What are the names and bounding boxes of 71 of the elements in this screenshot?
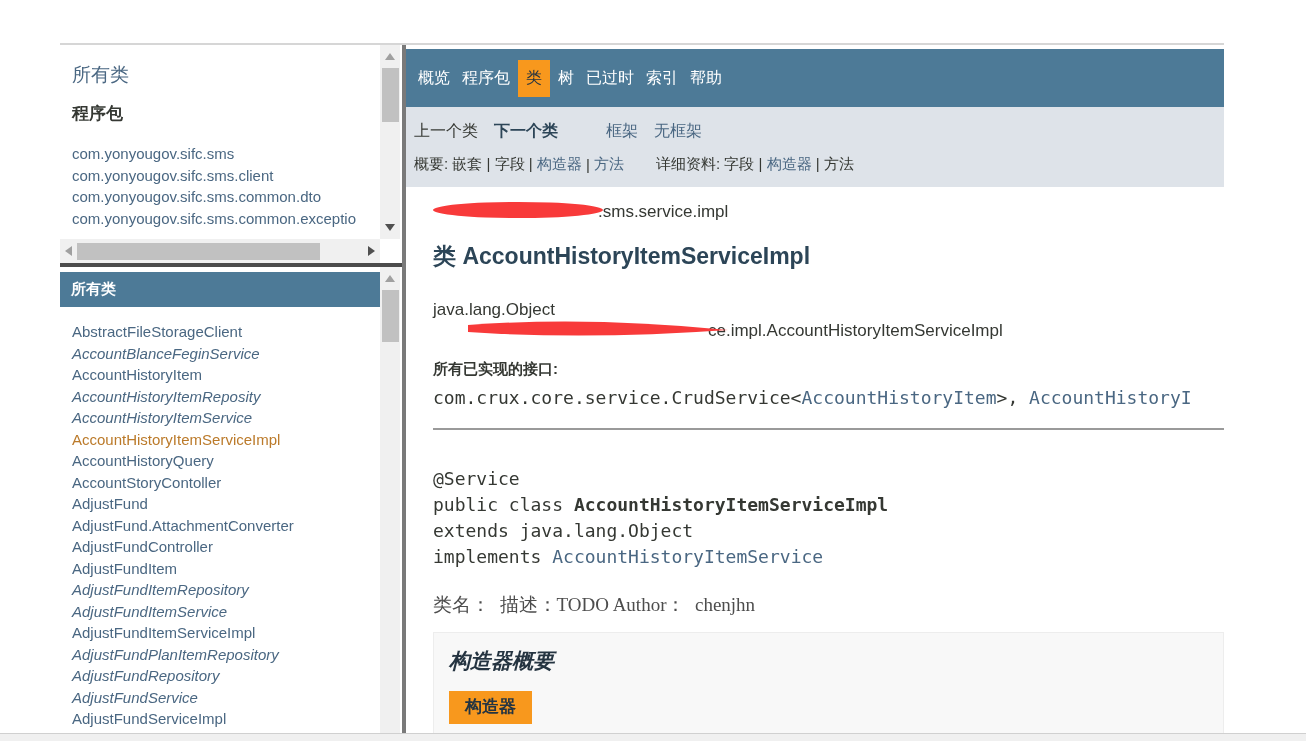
code-text: public class [433, 494, 565, 515]
class-link[interactable]: AdjustFundRepository [72, 665, 220, 687]
sub-nav-link[interactable]: 无框架 [654, 121, 702, 142]
label: | [584, 156, 591, 173]
frame-title: 所有类 [72, 63, 129, 87]
code-text: extends java.lang.Object [433, 520, 694, 541]
class-link[interactable]: AdjustFundServiceImpl [72, 708, 227, 730]
code-text: implements [433, 546, 543, 567]
interface-link[interactable]: AccountHistoryItem [801, 387, 997, 408]
class-name: ce.impl.AccountHistoryItemServiceImpl [708, 321, 1003, 341]
label: 概要: 嵌套 | 字段 | [414, 155, 534, 174]
class-link[interactable]: AdjustFundItemRepository [72, 579, 249, 601]
class-link[interactable]: AdjustFundController [72, 536, 213, 558]
nav-tab[interactable]: 帮助 [686, 59, 726, 97]
scroll-up-icon[interactable] [385, 275, 395, 282]
interfaces-label: 所有已实现的接口: [433, 360, 558, 379]
class-link[interactable]: AdjustFundItemService [72, 600, 228, 622]
link[interactable]: 方法 [594, 155, 625, 174]
class-link[interactable]: AdjustFundService [72, 686, 198, 708]
package-link[interactable]: com.yonyougov.sifc.sms.common.exceptio [72, 207, 356, 229]
scroll-down-icon[interactable] [385, 224, 395, 231]
class-link[interactable]: AccountHistoryItemService [72, 407, 253, 429]
scroll-left-icon[interactable] [65, 246, 72, 256]
sub-nav-link[interactable]: 框架 [606, 121, 638, 142]
nav-tab[interactable]: 索引 [642, 59, 682, 97]
class-link[interactable]: AccountBlanceFeginService [72, 342, 260, 364]
link[interactable]: 构造器 [766, 155, 812, 174]
superclass: java.lang.Object [433, 300, 555, 320]
vertical-scrollbar[interactable] [380, 45, 400, 239]
package-link[interactable]: com.yonyougov.sifc.sms.client [72, 164, 274, 186]
label: | 方法 [814, 155, 854, 174]
code-text: AccountHistoryItemServiceImpl [573, 494, 889, 515]
code-text: com.crux.core.service.CrudService< [433, 387, 802, 408]
nav-tab[interactable]: 类 [518, 59, 550, 97]
horizontal-scrollbar[interactable] [60, 239, 380, 263]
class-title: 类 AccountHistoryItemServiceImpl [433, 242, 811, 271]
package-name: .sms.service.impl [598, 202, 729, 222]
class-link[interactable]: AdjustFundPlanItemRepository [72, 643, 279, 665]
class-link[interactable]: AdjustFund.AttachmentConverter [72, 514, 294, 536]
link[interactable]: 构造器 [536, 155, 582, 174]
code-text: >, [996, 387, 1020, 408]
scroll-up-icon[interactable] [385, 53, 395, 60]
class-link[interactable]: AccountHistoryItemReposity [72, 385, 261, 407]
nav-tab[interactable]: 已过时 [582, 59, 638, 97]
scrollbar-thumb[interactable] [381, 290, 399, 342]
class-link[interactable]: AccountHistoryItemServiceImpl [72, 428, 281, 450]
interface-link[interactable]: AccountHistoryI [1029, 387, 1192, 408]
label: 详细资料: 字段 | [656, 155, 764, 174]
table-caption: 构造器 [449, 691, 532, 724]
description: 类名： 描述：TODO Author： chenjhn [433, 593, 756, 617]
class-link[interactable]: AdjustFundItemServiceImpl [72, 622, 256, 644]
class-link[interactable]: AccountHistoryQuery [72, 450, 214, 472]
nav-tab[interactable]: 树 [554, 59, 578, 97]
scroll-right-icon[interactable] [368, 246, 375, 256]
scrollbar-thumb[interactable] [381, 68, 399, 122]
section-heading: 程序包 [72, 103, 123, 125]
nav-tab[interactable]: 程序包 [458, 59, 514, 97]
sub-nav-link[interactable]: 下一个类 [494, 121, 558, 142]
vertical-scrollbar[interactable] [380, 267, 400, 733]
class-link[interactable]: AccountStoryContoller [72, 471, 222, 493]
code-text: @Service [433, 468, 520, 489]
scrollbar-thumb[interactable] [77, 242, 320, 260]
class-link[interactable]: AbstractFileStorageClient [72, 321, 243, 343]
class-link[interactable]: AdjustFund [72, 493, 148, 515]
package-link[interactable]: com.yonyougov.sifc.sms [72, 143, 235, 165]
class-link[interactable]: AdjustFundItem [72, 557, 178, 579]
class-link[interactable]: AccountHistoryItem [72, 364, 203, 386]
frame-header: 所有类 [60, 272, 380, 307]
package-link[interactable]: com.yonyougov.sifc.sms.common.dto [72, 186, 321, 208]
interface-link[interactable]: AccountHistoryItemService [552, 546, 824, 567]
nav-tab[interactable]: 概览 [414, 59, 454, 97]
